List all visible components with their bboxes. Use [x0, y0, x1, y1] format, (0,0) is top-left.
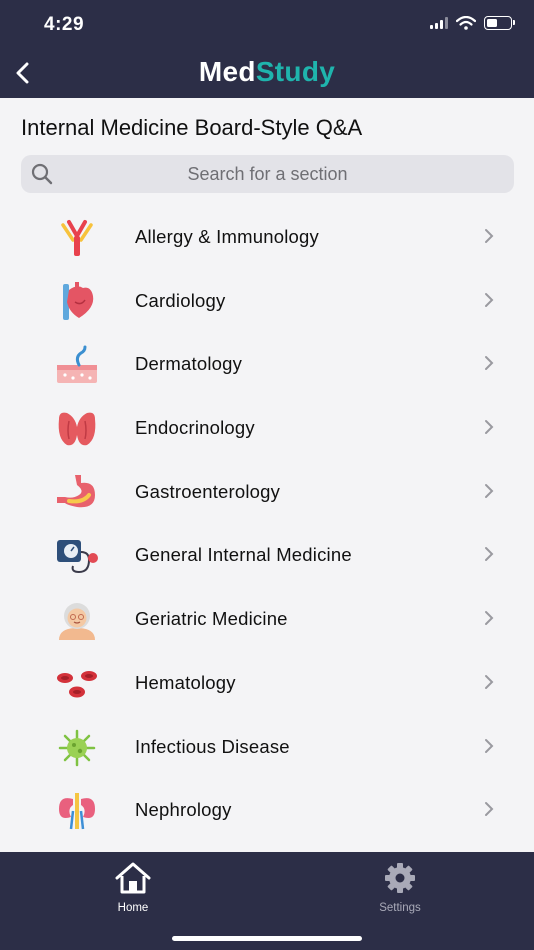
gear-icon — [385, 863, 415, 893]
tab-home-label: Home — [117, 902, 149, 914]
section-label: Dermatology — [135, 353, 243, 375]
heart-icon — [53, 280, 101, 324]
chevron-right-icon — [485, 229, 494, 243]
tab-settings[interactable]: Settings — [350, 862, 450, 914]
logo-text-study: Study — [255, 56, 336, 87]
chevron-right-icon — [485, 292, 494, 307]
section-label: Gastroenterology — [135, 480, 281, 502]
chevron-right-icon — [485, 738, 494, 753]
stomach-icon — [53, 471, 101, 515]
cellular-signal-icon — [430, 17, 448, 29]
section-list: Allergy & Immunology Cardiology Dermatol… — [0, 206, 534, 843]
logo-text-med: Med — [198, 56, 256, 87]
home-icon — [115, 862, 151, 894]
section-label: Endocrinology — [135, 417, 255, 439]
section-item-geriatric-medicine[interactable]: Geriatric Medicine — [0, 588, 534, 652]
section-label: Geriatric Medicine — [135, 608, 288, 630]
tab-settings-label: Settings — [379, 902, 421, 914]
status-icons — [430, 16, 515, 30]
thyroid-icon — [53, 407, 101, 451]
tab-home[interactable]: Home — [83, 862, 183, 914]
chevron-right-icon — [485, 356, 494, 371]
red-blood-cells-icon — [53, 662, 101, 706]
section-label: Hematology — [135, 671, 236, 693]
antibody-icon — [53, 216, 101, 260]
chevron-right-icon — [485, 674, 494, 689]
wifi-icon — [456, 16, 476, 30]
status-time: 4:29 — [44, 14, 85, 35]
search-input[interactable] — [21, 155, 514, 193]
search-icon — [31, 163, 53, 185]
section-item-infectious-disease[interactable]: Infectious Disease — [0, 716, 534, 780]
section-item-cardiology[interactable]: Cardiology — [0, 270, 534, 334]
chevron-right-icon — [485, 611, 494, 626]
top-bar: 4:29 MedStudy — [0, 0, 534, 98]
section-label: Cardiology — [135, 289, 226, 311]
kidneys-icon — [53, 789, 101, 833]
page-title: Internal Medicine Board-Style Q&A — [21, 115, 363, 140]
section-item-nephrology[interactable]: Nephrology — [0, 779, 534, 843]
chevron-right-icon — [485, 802, 494, 817]
section-item-dermatology[interactable]: Dermatology — [0, 333, 534, 397]
section-label: General Internal Medicine — [135, 544, 352, 566]
skin-layer-icon — [53, 343, 101, 387]
section-label: Infectious Disease — [135, 735, 290, 757]
chevron-right-icon — [485, 483, 494, 498]
section-item-hematology[interactable]: Hematology — [0, 652, 534, 716]
virus-icon — [53, 726, 101, 770]
home-indicator — [172, 936, 362, 941]
section-label: Allergy & Immunology — [135, 226, 319, 247]
chevron-right-icon — [485, 547, 494, 562]
chevron-right-icon — [485, 420, 494, 435]
section-item-endocrinology[interactable]: Endocrinology — [0, 397, 534, 461]
blood-pressure-monitor-icon — [53, 534, 101, 578]
section-item-general-internal-medicine[interactable]: General Internal Medicine — [0, 524, 534, 588]
section-label: Nephrology — [135, 799, 232, 821]
app-logo: MedStudy — [0, 56, 534, 88]
search-bar[interactable] — [21, 155, 514, 193]
section-item-allergy-immunology[interactable]: Allergy & Immunology — [0, 206, 534, 270]
section-item-gastroenterology[interactable]: Gastroenterology — [0, 461, 534, 525]
battery-icon — [484, 16, 515, 30]
elderly-woman-icon — [53, 598, 101, 642]
